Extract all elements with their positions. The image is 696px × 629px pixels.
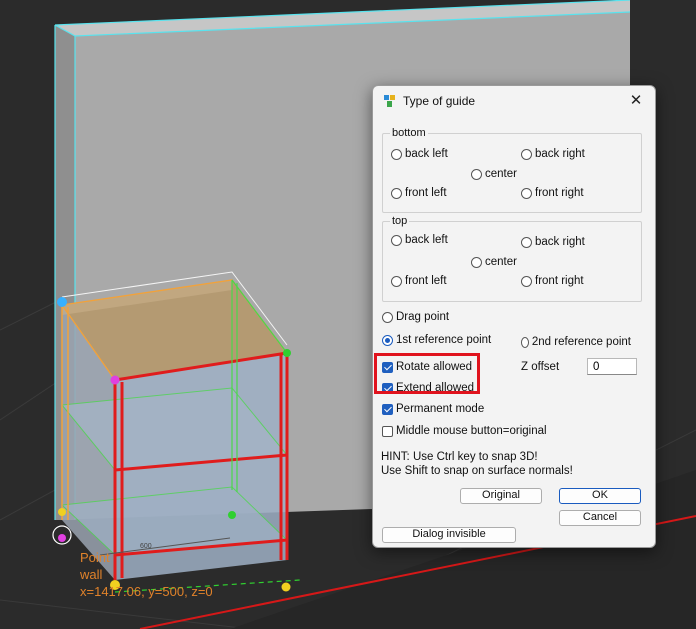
cancel-button[interactable]: Cancel — [559, 510, 641, 526]
dialog-invisible-button[interactable]: Dialog invisible — [382, 527, 516, 543]
app-icon — [384, 95, 395, 107]
bottom-center-radio[interactable]: center — [471, 168, 517, 180]
dialog-title: Type of guide — [403, 94, 476, 108]
radio-icon — [521, 275, 532, 287]
radio-selected-icon — [382, 334, 393, 346]
top-front-right-radio[interactable]: front right — [521, 275, 584, 287]
radio-icon — [391, 187, 402, 199]
radio-icon — [382, 311, 393, 323]
radio-label: back left — [405, 234, 448, 246]
top-center-radio[interactable]: center — [471, 256, 517, 268]
radio-label: center — [485, 256, 517, 268]
dialog-titlebar[interactable]: Type of guide ✕ — [373, 86, 655, 116]
radio-label: Drag point — [396, 311, 450, 323]
tooltip-line-point: Point — [80, 550, 110, 565]
tooltip-line-wall: wall — [80, 567, 103, 582]
permanent-mode-checkbox[interactable]: Permanent mode — [382, 403, 484, 415]
red-highlight-annotation — [374, 353, 480, 394]
radio-icon — [521, 236, 532, 248]
cabinet: 600 — [52, 271, 301, 593]
first-reference-point-radio[interactable]: 1st reference point — [382, 334, 491, 346]
radio-label: front right — [535, 187, 584, 199]
ok-button[interactable]: OK — [559, 488, 641, 504]
original-button[interactable]: Original — [460, 488, 542, 504]
checkbox-label: Middle mouse button=original — [396, 425, 547, 437]
radio-label: 1st reference point — [396, 334, 492, 346]
radio-icon — [471, 256, 482, 268]
dimension-label: 600 — [140, 543, 152, 550]
radio-label: front left — [405, 187, 447, 199]
hint-text-line2: Use Shift to snap on surface normals! — [381, 465, 573, 477]
radio-icon — [521, 187, 532, 199]
tooltip-line-coordinates: x=1417.06, y=500, z=0 — [80, 584, 213, 599]
radio-label: back right — [535, 148, 585, 160]
radio-label: back left — [405, 148, 448, 160]
radio-icon — [521, 148, 532, 160]
bottom-group-title: bottom — [390, 127, 428, 139]
top-back-left-radio[interactable]: back left — [391, 234, 448, 246]
bottom-back-left-radio[interactable]: back left — [391, 148, 448, 160]
checkbox-checked-icon — [382, 403, 393, 415]
hint-text-line1: HINT: Use Ctrl key to snap 3D! — [381, 451, 538, 463]
close-icon[interactable]: ✕ — [625, 90, 647, 112]
radio-label: center — [485, 168, 517, 180]
z-offset-input[interactable] — [587, 358, 637, 375]
radio-icon — [471, 168, 482, 180]
bottom-front-left-radio[interactable]: front left — [391, 187, 447, 199]
drag-point-radio[interactable]: Drag point — [382, 311, 449, 323]
radio-icon — [391, 275, 402, 287]
radio-icon — [391, 234, 402, 246]
bottom-back-right-radio[interactable]: back right — [521, 148, 585, 160]
radio-label: back right — [535, 236, 585, 248]
middle-mouse-original-checkbox[interactable]: Middle mouse button=original — [382, 425, 547, 437]
radio-label: 2nd reference point — [531, 336, 631, 348]
radio-icon — [391, 148, 402, 160]
checkbox-label: Permanent mode — [396, 403, 485, 415]
second-reference-point-radio[interactable]: 2nd reference point — [521, 336, 631, 348]
radio-icon — [521, 336, 529, 348]
radio-label: front right — [535, 275, 584, 287]
z-offset-label: Z offset — [521, 361, 560, 373]
type-of-guide-dialog: Type of guide ✕ bottom back left back ri… — [372, 85, 656, 548]
top-back-right-radio[interactable]: back right — [521, 236, 585, 248]
top-group-title: top — [390, 215, 410, 227]
checkbox-unchecked-icon — [382, 425, 393, 437]
radio-label: front left — [405, 275, 447, 287]
bottom-front-right-radio[interactable]: front right — [521, 187, 584, 199]
top-front-left-radio[interactable]: front left — [391, 275, 447, 287]
